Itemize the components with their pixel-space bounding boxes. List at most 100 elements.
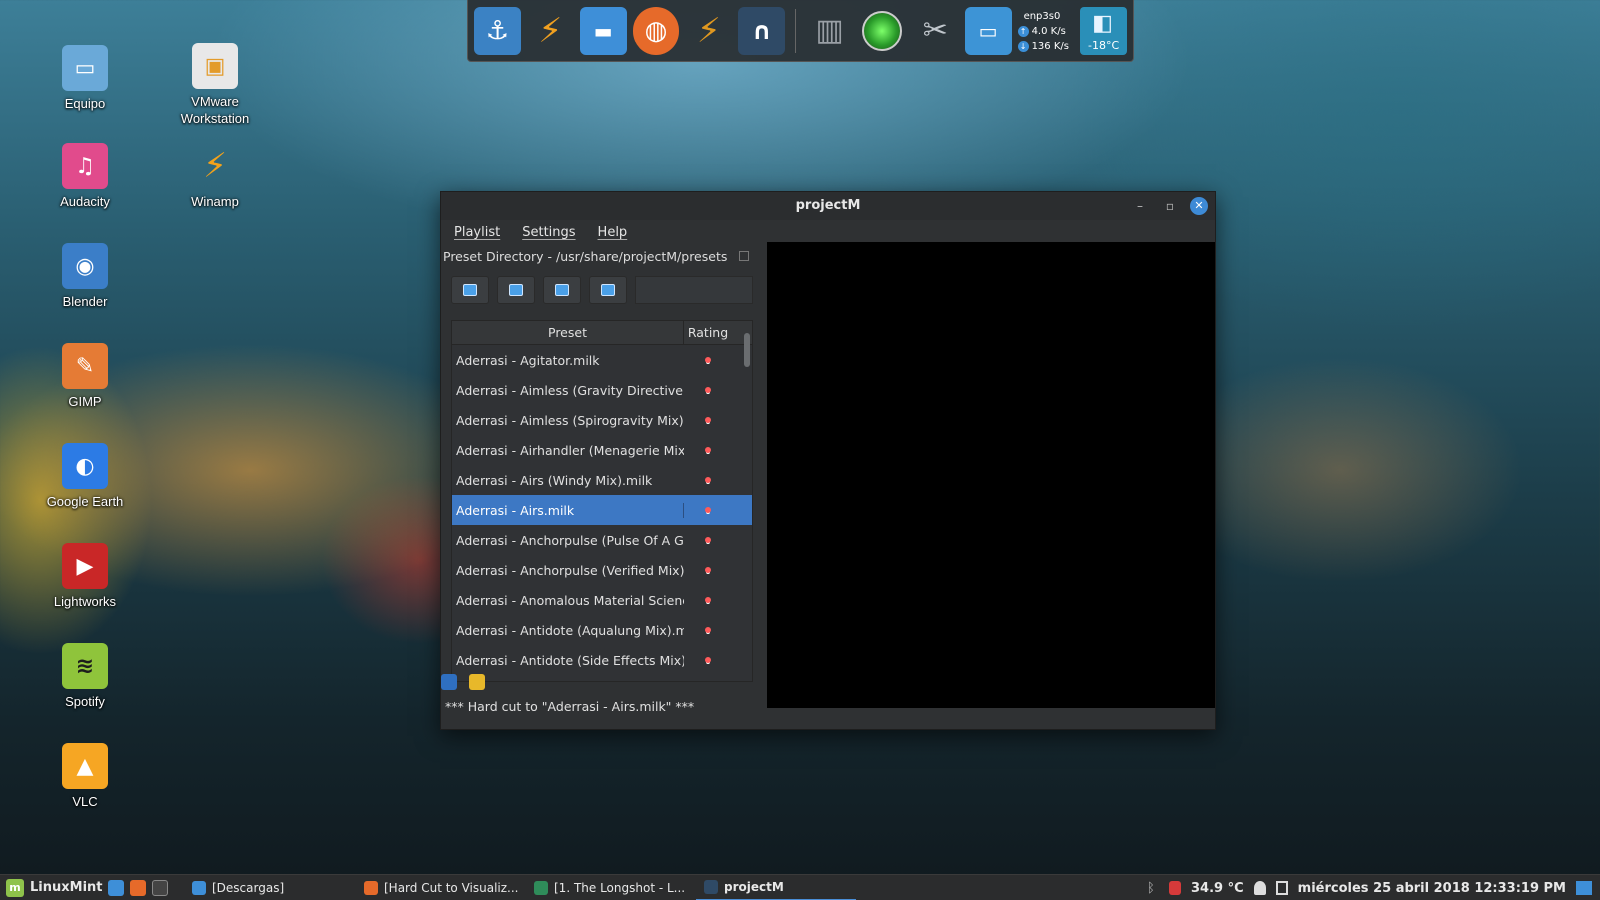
rating-icon (705, 627, 711, 633)
desktop-icon-vmware[interactable]: ▣ VMware Workstation (165, 43, 265, 127)
add-preset-button[interactable] (451, 276, 489, 304)
clock[interactable]: miércoles 25 abril 2018 12:33:19 PM (1298, 881, 1566, 896)
terminal-launcher-icon[interactable] (152, 879, 168, 896)
firefox-icon[interactable]: ◍ (632, 6, 680, 55)
user-icon[interactable] (1253, 881, 1266, 895)
rating-icon (705, 537, 711, 543)
rating-cell[interactable] (684, 387, 732, 393)
scissors-icon[interactable]: ✂ (912, 7, 959, 55)
winamp-icon: ⚡ (203, 146, 227, 186)
preset-name: Aderrasi - Antidote (Aqualung Mix).milk (456, 622, 684, 638)
rating-cell[interactable] (684, 357, 732, 363)
firefox-launcher-icon[interactable] (130, 879, 146, 896)
preset-toolbar (451, 276, 757, 304)
playlist-view-button[interactable] (589, 276, 627, 304)
table-row[interactable]: Aderrasi - Agitator.milk (452, 345, 752, 375)
rating-cell[interactable] (684, 537, 732, 543)
rating-cell[interactable] (684, 477, 732, 483)
rating-cell[interactable] (684, 417, 732, 423)
maximize-icon[interactable]: ▫ (1161, 197, 1179, 215)
edit-icon (509, 284, 523, 296)
desktop-icon-blender[interactable]: ◉ Blender (35, 243, 135, 310)
task-projectm[interactable]: projectM (696, 875, 856, 900)
table-row[interactable]: Aderrasi - Antidote (Aqualung Mix).milk (452, 615, 752, 645)
weather-widget[interactable]: ◧ -18°C (1080, 6, 1128, 55)
menu-settings[interactable]: Settings (522, 225, 575, 240)
desktop-icon-equipo[interactable]: ▭ Equipo (35, 45, 135, 112)
table-row-selected[interactable]: Aderrasi - Airs.milk (452, 495, 752, 525)
anchor-icon[interactable]: ⚓ (474, 6, 521, 55)
rating-cell[interactable] (684, 507, 732, 513)
folder-icon[interactable]: ▬ (579, 6, 627, 55)
task-descargas[interactable]: [Descargas] (184, 875, 356, 900)
desktop-icon-audacity[interactable]: ♫ Audacity (35, 143, 135, 210)
preset-search-input[interactable] (635, 276, 753, 304)
column-rating[interactable]: Rating (684, 321, 732, 344)
table-row[interactable]: Aderrasi - Anchorpulse (Pulse Of A Gha..… (452, 525, 752, 555)
minimize-icon[interactable]: – (1131, 197, 1149, 215)
title-bar[interactable]: projectM – ▫ ✕ (441, 192, 1215, 220)
close-icon[interactable]: ✕ (1190, 197, 1208, 215)
rating-cell[interactable] (684, 627, 732, 633)
table-scrollbar[interactable] (744, 333, 750, 367)
table-row[interactable]: Aderrasi - Airhandler (Menagerie Mix)...… (452, 435, 752, 465)
green-circle-icon[interactable] (859, 7, 906, 55)
desktop-icon-spotify[interactable]: ≋ Spotify (35, 643, 135, 710)
preset-directory-header: Preset Directory - /usr/share/projectM/p… (441, 244, 757, 268)
menu-help[interactable]: Help (598, 225, 628, 240)
table-row[interactable]: Aderrasi - Airs (Windy Mix).milk (452, 465, 752, 495)
headphones-icon[interactable]: ∩ (738, 6, 786, 55)
start-menu-button[interactable]: m LinuxMint (0, 878, 108, 897)
weather-temp: -18°C (1088, 38, 1120, 52)
undock-icon[interactable] (739, 251, 749, 261)
computer-icon: ▭ (62, 45, 108, 91)
desktop-icon-lightworks[interactable]: ▶ Lightworks (35, 543, 135, 610)
rating-icon (705, 387, 711, 393)
desktop-icon-label: VMware Workstation (180, 94, 250, 126)
winamp-icon[interactable]: ⚡ (527, 7, 574, 55)
desktop-icon-winamp[interactable]: ⚡ Winamp (165, 143, 265, 210)
dock: ⚓ ⚡ ▬ ◍ ⚡ ∩ ▥ ✂ ▭ enp3s0 ↑ 4.0 K/s ↓ 136 K… (467, 0, 1134, 62)
weather-icon: ◧ (1092, 10, 1113, 36)
shuffle-icon[interactable] (441, 674, 457, 690)
rating-cell[interactable] (684, 597, 732, 603)
files-launcher-icon[interactable] (108, 879, 124, 896)
add-preset-icon (463, 284, 477, 296)
blender-icon: ◉ (62, 243, 108, 289)
rating-cell[interactable] (684, 447, 732, 453)
table-row[interactable]: Aderrasi - Antidote (Side Effects Mix).m… (452, 645, 752, 675)
shield-icon[interactable] (1169, 881, 1182, 895)
preset-name: Aderrasi - Airhandler (Menagerie Mix)...… (456, 442, 684, 458)
table-row[interactable]: Aderrasi - Aimless (Gravity Directive Mi… (452, 375, 752, 405)
desktop-icon-label: Audacity (60, 194, 110, 209)
table-row[interactable]: Aderrasi - Aimless (Spirogravity Mix).m.… (452, 405, 752, 435)
network-monitor: enp3s0 ↑ 4.0 K/s ↓ 136 K/s (1017, 6, 1075, 56)
desktop-icon-label: GIMP (68, 394, 102, 409)
edit-preset-button[interactable] (497, 276, 535, 304)
trash-icon[interactable]: ▥ (806, 7, 853, 55)
desktop-icon-label: Spotify (65, 694, 105, 709)
column-preset[interactable]: Preset (452, 321, 684, 344)
vmware-icon: ▣ (192, 43, 238, 89)
window-icon[interactable]: ▭ (964, 6, 1012, 55)
bluetooth-icon[interactable]: ᛒ (1147, 881, 1159, 896)
visualization-canvas[interactable] (767, 242, 1215, 708)
rating-cell[interactable] (684, 567, 732, 573)
rating-icon (705, 567, 711, 573)
winamp-icon[interactable]: ⚡ (685, 7, 732, 55)
rating-cell[interactable] (684, 657, 732, 663)
desktop-icon-gimp[interactable]: ✎ GIMP (35, 343, 135, 410)
table-row[interactable]: Aderrasi - Anchorpulse (Verified Mix)...… (452, 555, 752, 585)
desktop-icon-vlc[interactable]: ▲ VLC (35, 743, 135, 810)
menu-playlist[interactable]: Playlist (454, 225, 500, 240)
lock-icon[interactable] (469, 674, 485, 690)
desktop-icon-google-earth[interactable]: ◐ Google Earth (35, 443, 135, 510)
network-upload: ↑ 4.0 K/s (1017, 24, 1075, 39)
task-longshot[interactable]: [1. The Longshot - L... (526, 875, 696, 900)
task-firefox[interactable]: [Hard Cut to Visualiz... (356, 875, 526, 900)
network-icon[interactable] (1275, 881, 1288, 895)
show-desktop-icon[interactable] (1576, 881, 1592, 895)
dock-separator (795, 8, 797, 53)
save-playlist-button[interactable] (543, 276, 581, 304)
table-row[interactable]: Aderrasi - Anomalous Material Science... (452, 585, 752, 615)
